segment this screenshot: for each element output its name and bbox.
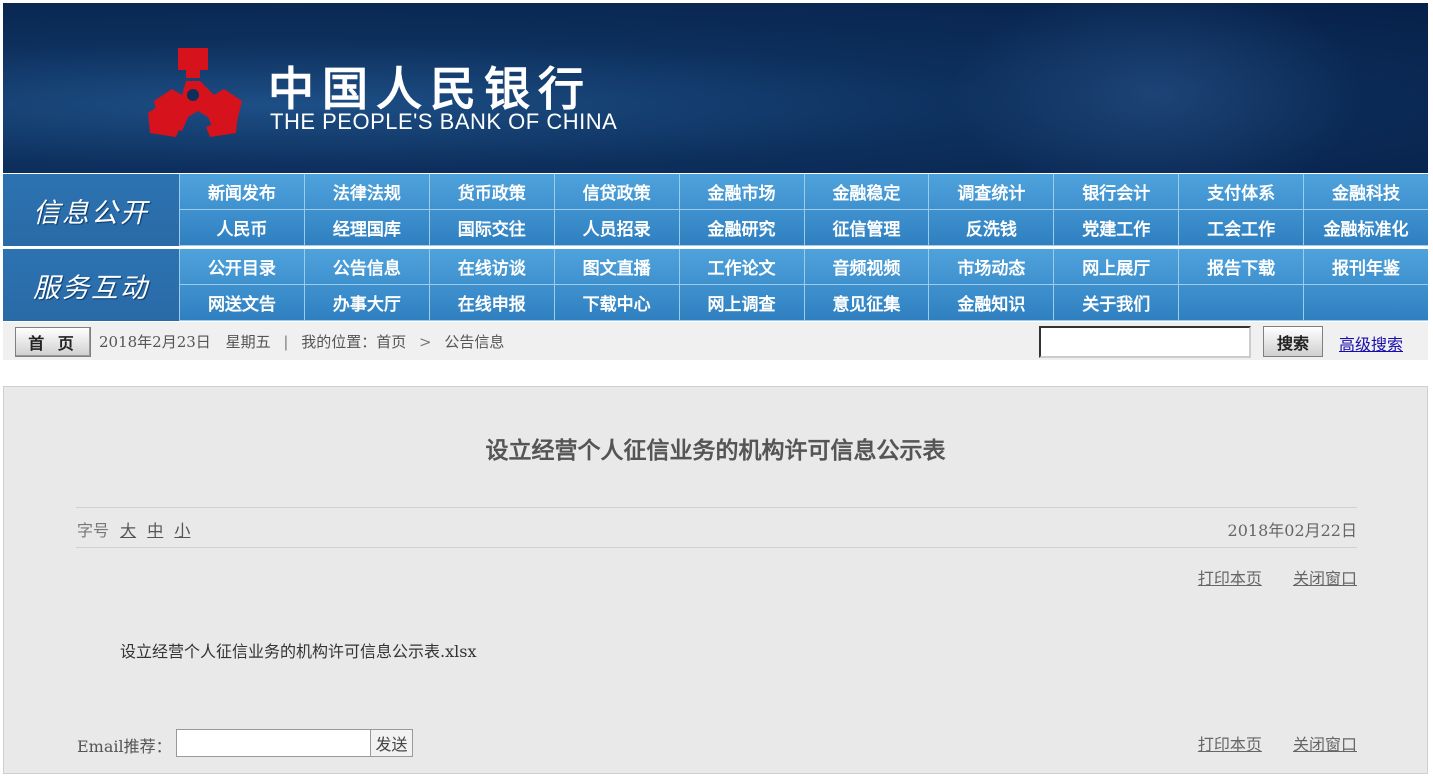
advanced-search-link[interactable]: 高级搜索 [1339, 331, 1403, 355]
font-size-controls: 字号 大 中 小 [77, 517, 190, 541]
breadcrumb: 我的位置：首页 [301, 333, 407, 351]
divider: | [283, 333, 289, 351]
nav-item[interactable]: 国际交往 [428, 210, 554, 246]
nav-item[interactable]: 公开目录 [179, 249, 304, 285]
nav-item[interactable]: 下载中心 [553, 285, 679, 321]
print-link[interactable]: 打印本页 [1198, 569, 1262, 588]
font-small-link[interactable]: 小 [174, 521, 190, 540]
nav-item[interactable]: 图文直播 [553, 249, 679, 285]
nav-item[interactable]: 金融稳定 [803, 174, 929, 210]
article-panel: 设立经营个人征信业务的机构许可信息公示表 字号 大 中 小 2018年02月22… [3, 386, 1428, 774]
nav-item[interactable]: 人民币 [179, 210, 304, 246]
divider [76, 547, 1357, 548]
logo-english-text: THE PEOPLE'S BANK OF CHINA [270, 109, 618, 134]
nav-item[interactable]: 金融知识 [928, 285, 1054, 321]
close-window-link[interactable]: 关闭窗口 [1293, 735, 1357, 754]
close-window-link[interactable]: 关闭窗口 [1293, 569, 1357, 588]
search-button[interactable]: 搜索 [1263, 326, 1323, 357]
nav-item[interactable]: 反洗钱 [928, 210, 1054, 246]
attachment-link[interactable]: 设立经营个人征信业务的机构许可信息公示表.xlsx [120, 638, 476, 662]
nav-item[interactable]: 经理国库 [303, 210, 429, 246]
breadcrumb-arrow: > [419, 333, 432, 351]
nav-item[interactable]: 工会工作 [1178, 210, 1304, 246]
nav-item[interactable]: 在线申报 [428, 285, 554, 321]
nav-item[interactable]: 办事大厅 [303, 285, 429, 321]
nav-item[interactable]: 市场动态 [928, 249, 1054, 285]
send-button[interactable]: 发送 [370, 729, 413, 757]
search-input[interactable] [1039, 326, 1251, 358]
nav-item[interactable]: 音频视频 [803, 249, 929, 285]
location-bar: 首 页 2018年2月23日 星期五 | 我的位置：首页 > 公告信息 搜索 高… [3, 322, 1428, 360]
article-actions-top: 打印本页 关闭窗口 [1172, 565, 1357, 589]
nav-item[interactable]: 法律法规 [303, 174, 429, 210]
breadcrumb-current: 公告信息 [444, 333, 505, 351]
nav-item[interactable]: 金融研究 [678, 210, 804, 246]
nav-item[interactable]: 征信管理 [803, 210, 929, 246]
nav-item-empty [1303, 285, 1428, 321]
font-size-label: 字号 [77, 521, 110, 540]
site-banner: 中国人民银行 THE PEOPLE'S BANK OF CHINA [3, 3, 1428, 173]
divider [76, 507, 1357, 508]
article-title: 设立经营个人征信业务的机构许可信息公示表 [485, 437, 946, 464]
nav-item[interactable]: 人员招录 [553, 210, 679, 246]
nav-grid: 公开目录 公告信息 在线访谈 图文直播 工作论文 音频视频 市场动态 网上展厅 报告下载 报刊年鉴… [179, 249, 1428, 321]
location-text: 2018年2月23日 星期五 | 我的位置：首页 > 公告信息 [99, 331, 504, 352]
nav-item[interactable]: 报告下载 [1178, 249, 1304, 285]
email-field[interactable] [176, 729, 374, 757]
page: 中国人民银行 THE PEOPLE'S BANK OF CHINA 信息公开 新… [0, 0, 1433, 780]
nav-item[interactable]: 货币政策 [428, 174, 554, 210]
nav-section-label: 信息公开 [3, 174, 179, 246]
current-date: 2018年2月23日 [99, 333, 211, 351]
nav-grid: 新闻发布 法律法规 货币政策 信贷政策 金融市场 金融稳定 调查统计 银行会计 支付体系 金融科技… [179, 174, 1428, 246]
font-medium-link[interactable]: 中 [147, 521, 163, 540]
nav-item[interactable]: 银行会计 [1053, 174, 1179, 210]
nav-item[interactable]: 网送文告 [179, 285, 304, 321]
pboc-emblem-icon [148, 48, 242, 137]
nav-item-empty [1178, 285, 1304, 321]
font-large-link[interactable]: 大 [120, 521, 136, 540]
nav-item[interactable]: 信贷政策 [553, 174, 679, 210]
nav-item[interactable]: 党建工作 [1053, 210, 1179, 246]
nav-item[interactable]: 新闻发布 [179, 174, 304, 210]
nav-item[interactable]: 调查统计 [928, 174, 1054, 210]
nav-item[interactable]: 公告信息 [303, 249, 429, 285]
nav-item[interactable]: 在线访谈 [428, 249, 554, 285]
nav-item[interactable]: 网上展厅 [1053, 249, 1179, 285]
nav-item[interactable]: 意见征集 [803, 285, 929, 321]
nav-info-public: 信息公开 新闻发布 法律法规 货币政策 信贷政策 金融市场 金融稳定 调查统计 银行会计 支付体… [3, 174, 1428, 246]
nav-item[interactable]: 支付体系 [1178, 174, 1304, 210]
current-weekday: 星期五 [225, 333, 271, 351]
nav-item[interactable]: 金融标准化 [1303, 210, 1428, 246]
nav-item[interactable]: 金融科技 [1303, 174, 1428, 210]
nav-item[interactable]: 网上调查 [678, 285, 804, 321]
print-link[interactable]: 打印本页 [1198, 735, 1262, 754]
email-label: Email推荐： [77, 737, 172, 756]
nav-item[interactable]: 报刊年鉴 [1303, 249, 1428, 285]
publish-date: 2018年02月22日 [1227, 521, 1357, 540]
article-actions-bottom: 打印本页 关闭窗口 [1172, 731, 1357, 755]
nav-item[interactable]: 工作论文 [678, 249, 804, 285]
nav-section-label: 服务互动 [3, 249, 179, 321]
nav-service-interaction: 服务互动 公开目录 公告信息 在线访谈 图文直播 工作论文 音频视频 市场动态 网上展厅 报告下… [3, 249, 1428, 321]
home-button[interactable]: 首 页 [15, 327, 91, 357]
nav-item[interactable]: 金融市场 [678, 174, 804, 210]
nav-item[interactable]: 关于我们 [1053, 285, 1179, 321]
